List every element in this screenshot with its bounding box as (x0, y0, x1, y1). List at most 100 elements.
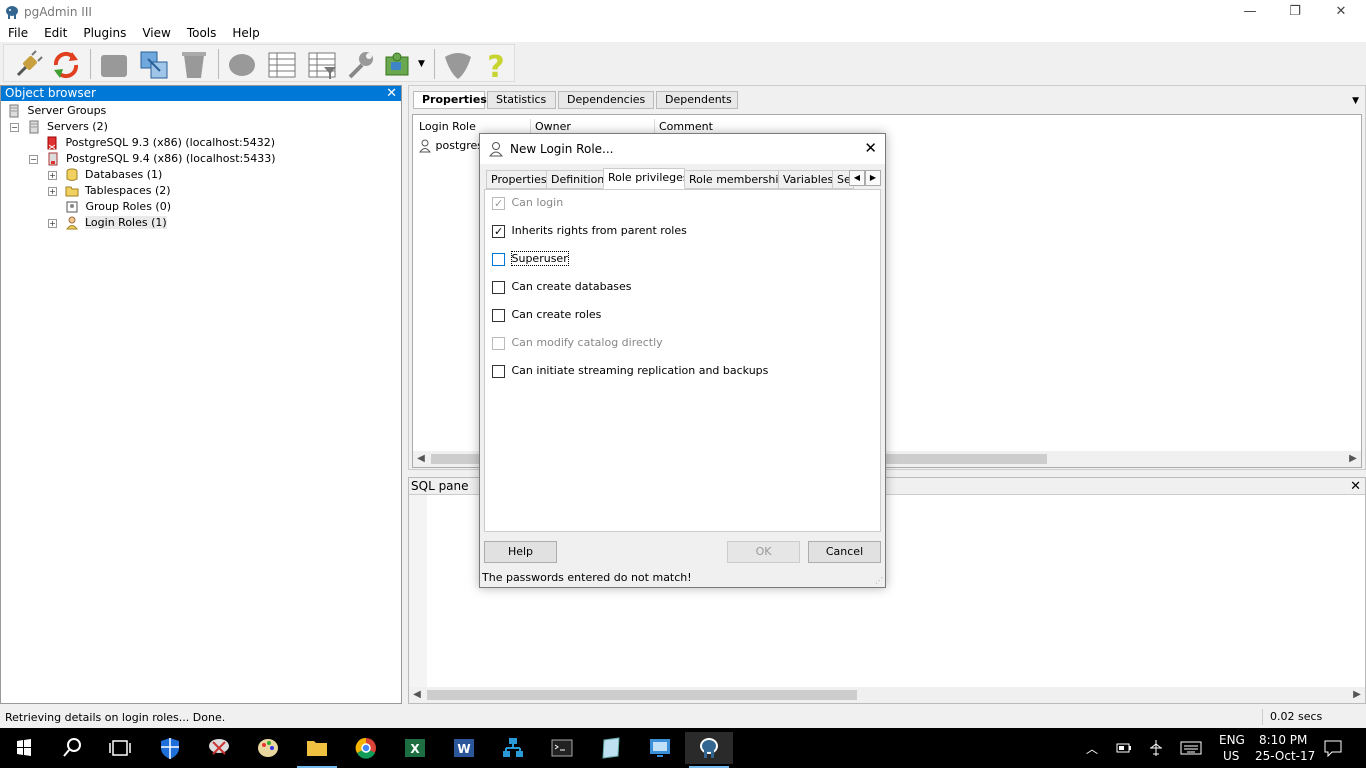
streaming-replication-option[interactable]: Can initiate streaming replication and b… (492, 364, 768, 378)
taskbar-pgadmin-app[interactable] (685, 732, 733, 768)
region-indicator[interactable]: US (1223, 749, 1239, 763)
cancel-button[interactable]: Cancel (808, 541, 881, 563)
sql-pane-close-icon[interactable]: ✕ (1350, 478, 1361, 495)
tab-statistics[interactable]: Statistics (487, 91, 556, 109)
menu-bar: File Edit Plugins View Tools Help (0, 24, 1366, 42)
tree-item-server-groups[interactable]: Server Groups (7, 103, 106, 119)
tree-item-login-roles[interactable]: + Login Roles (1) (48, 215, 167, 231)
keyboard-icon[interactable] (1180, 741, 1202, 755)
search-icon[interactable] (48, 732, 96, 764)
tab-dependents[interactable]: Dependents (656, 91, 738, 109)
tab-scroll-left-icon[interactable]: ◀ (849, 170, 865, 186)
can-create-databases-option[interactable]: Can create databases (492, 280, 632, 294)
maintenance-wrench-icon[interactable] (344, 49, 376, 81)
close-window-button[interactable]: ✕ (1318, 0, 1364, 24)
refresh-icon[interactable] (50, 49, 82, 81)
help-button[interactable]: Help (484, 541, 557, 563)
restore-button[interactable]: ❐ (1272, 0, 1318, 24)
can-create-roles-checkbox[interactable] (492, 308, 505, 322)
clock-date[interactable]: 25-Oct-17 (1255, 749, 1315, 763)
tree-item-postgresql-93[interactable]: PostgreSQL 9.3 (x86) (localhost:5432) (45, 135, 275, 151)
create-object-icon[interactable] (138, 49, 170, 81)
sql-query-icon[interactable] (226, 49, 258, 81)
menu-tools[interactable]: Tools (179, 24, 225, 42)
minimize-button[interactable]: — (1227, 0, 1273, 24)
superuser-checkbox[interactable] (492, 252, 505, 266)
taskbar-snipping-app[interactable] (195, 732, 243, 764)
tab-properties[interactable]: Properties (486, 170, 547, 189)
scroll-right-icon[interactable]: ▶ (1349, 687, 1365, 703)
expand-icon[interactable]: + (48, 170, 57, 180)
toolbar-separator (90, 49, 91, 79)
inherits-rights-option[interactable]: Inherits rights from parent roles (492, 224, 687, 238)
menu-file[interactable]: File (0, 24, 36, 42)
panel-dropdown-icon[interactable]: ▼ (1352, 96, 1359, 106)
menu-plugins[interactable]: Plugins (75, 24, 134, 42)
action-center-icon[interactable] (1324, 739, 1342, 757)
taskbar-notes-app[interactable] (587, 732, 635, 764)
menu-help[interactable]: Help (224, 24, 267, 42)
airplane-mode-icon[interactable] (1148, 739, 1164, 757)
tree-item-tablespaces[interactable]: + Tablespaces (2) (48, 183, 171, 199)
tree-item-postgresql-94[interactable]: − PostgreSQL 9.4 (x86) (localhost:5433) (29, 151, 276, 167)
tab-scroll-right-icon[interactable]: ▶ (865, 170, 881, 186)
task-view-icon[interactable] (96, 732, 144, 764)
battery-icon[interactable] (1116, 742, 1132, 754)
superuser-option[interactable]: Superuser (492, 251, 569, 266)
sql-horizontal-scrollbar[interactable]: ◀ ▶ (409, 687, 1365, 703)
expand-icon[interactable]: + (48, 218, 57, 228)
expand-icon[interactable]: + (48, 186, 57, 196)
taskbar-word-app[interactable]: W (440, 732, 488, 764)
dialog-close-icon[interactable]: ✕ (864, 139, 877, 157)
scroll-left-icon[interactable]: ◀ (409, 687, 425, 703)
can-create-databases-checkbox[interactable] (492, 280, 505, 294)
taskbar-terminal-app[interactable] (538, 732, 586, 764)
collapse-icon[interactable]: − (29, 154, 38, 164)
tree-item-group-roles[interactable]: Group Roles (0) (65, 199, 171, 215)
can-create-roles-option[interactable]: Can create roles (492, 308, 601, 322)
streaming-replication-checkbox[interactable] (492, 364, 505, 378)
view-filtered-data-icon[interactable] (306, 49, 338, 81)
help-question-icon[interactable]: ? (480, 49, 512, 81)
menu-view[interactable]: View (134, 24, 178, 42)
tree-item-databases[interactable]: + Databases (1) (48, 167, 162, 183)
scroll-right-icon[interactable]: ▶ (1345, 451, 1361, 467)
connect-plug-icon[interactable] (12, 49, 44, 81)
properties-icon[interactable] (98, 49, 130, 81)
menu-edit[interactable]: Edit (36, 24, 75, 42)
table-row[interactable]: postgres (418, 139, 483, 153)
taskbar-remote-desktop-app[interactable] (636, 732, 684, 764)
windows-start-icon[interactable] (0, 732, 48, 764)
delete-object-icon[interactable] (178, 49, 210, 81)
resize-grip-icon[interactable]: ⋰ (875, 576, 883, 585)
tab-role-membership[interactable]: Role membership (684, 170, 779, 189)
object-browser-close-icon[interactable]: ✕ (386, 86, 397, 101)
collapse-icon[interactable]: − (10, 122, 19, 132)
ok-button[interactable]: OK (727, 541, 800, 563)
tab-definition[interactable]: Definition (546, 170, 604, 189)
tab-properties[interactable]: Properties (413, 91, 487, 109)
tab-role-privileges[interactable]: Role privileges (603, 168, 685, 189)
word-icon: W (454, 739, 474, 757)
taskbar-file-explorer-app[interactable] (293, 732, 341, 768)
tree-item-label: Servers (2) (47, 120, 108, 133)
scrollbar-thumb[interactable] (427, 690, 857, 700)
clock-time[interactable]: 8:10 PM (1259, 733, 1307, 747)
plugins-dropdown-arrow-icon[interactable]: ▼ (418, 59, 425, 69)
hint-icon[interactable] (442, 49, 474, 81)
show-hidden-icons-chevron-icon[interactable]: ︿ (1086, 740, 1098, 757)
scroll-left-icon[interactable]: ◀ (413, 451, 429, 467)
taskbar-chrome-app[interactable] (342, 732, 390, 764)
plugins-puzzle-icon[interactable] (382, 49, 414, 81)
tab-variables[interactable]: Variables (778, 170, 833, 189)
inherits-rights-checkbox[interactable] (492, 224, 505, 238)
tab-dependencies[interactable]: Dependencies (558, 91, 654, 109)
language-indicator[interactable]: ENG (1219, 733, 1245, 747)
tree-item-servers[interactable]: − Servers (2) (10, 119, 108, 135)
taskbar-network-app[interactable] (489, 732, 537, 764)
taskbar-defender-app[interactable] (146, 732, 194, 764)
taskbar-paint-app[interactable] (244, 732, 292, 764)
view-data-icon[interactable] (266, 49, 298, 81)
option-label: Can modify catalog directly (511, 336, 663, 349)
taskbar-excel-app[interactable]: X (391, 732, 439, 764)
